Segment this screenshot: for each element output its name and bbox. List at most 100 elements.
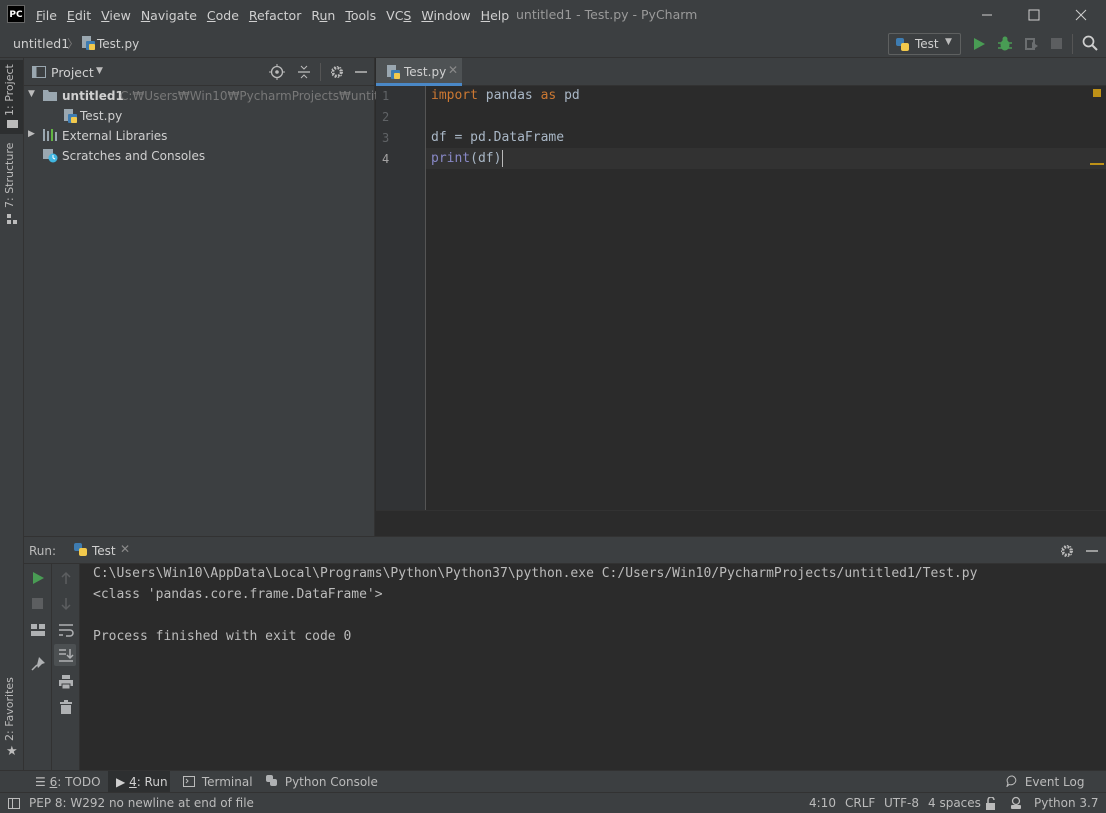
trash-icon[interactable] <box>58 699 74 715</box>
toolbar-divider <box>1072 34 1073 54</box>
menu-item-text: elp <box>490 7 510 23</box>
inspector-icon[interactable] <box>1009 796 1023 810</box>
toggle-tool-windows-icon[interactable] <box>8 798 20 809</box>
file-encoding[interactable]: UTF-8 <box>884 796 919 810</box>
pycharm-logo-icon: PC <box>7 5 25 23</box>
collapse-all-icon[interactable] <box>296 64 312 80</box>
python-config-icon <box>74 543 87 556</box>
run-toolbar-primary <box>24 564 52 771</box>
rerun-icon[interactable] <box>31 570 45 586</box>
tree-root-name: untitled1 <box>62 89 124 103</box>
run-tab-test[interactable]: Test ✕ <box>70 537 132 564</box>
soft-wrap-icon[interactable] <box>58 622 74 638</box>
locate-file-icon[interactable] <box>269 64 285 80</box>
gear-icon[interactable] <box>1059 543 1075 559</box>
warning-stripe-marker[interactable] <box>1090 163 1104 165</box>
menu-item-mnemonic: C <box>206 7 216 23</box>
inspection-warning-icon[interactable] <box>1093 89 1101 97</box>
run-with-coverage-icon[interactable] <box>1023 36 1039 52</box>
line-separator[interactable]: CRLF <box>845 796 875 810</box>
navigation-bar: untitled1 〉 Test.py Test ▼ <box>0 30 1106 58</box>
pin-icon[interactable] <box>30 656 46 672</box>
editor-breadcrumb-area <box>376 510 1106 536</box>
code-keyword: as <box>540 88 557 103</box>
tree-collapsed-icon[interactable]: ▶ <box>28 129 35 139</box>
tool-tab-terminal[interactable]: Terminal <box>183 775 253 789</box>
menu-item[interactable]: Navigate <box>136 8 202 23</box>
tool-tab-python-console[interactable]: Python Console <box>266 775 378 789</box>
restore-layout-icon[interactable] <box>30 622 46 638</box>
menu-item[interactable]: VCS <box>381 8 416 23</box>
tree-item-external-libraries[interactable]: ▶ External Libraries <box>24 127 375 147</box>
code-editor[interactable]: 1 2 3 4 import pandas as pd df = pd.Data… <box>376 86 1106 510</box>
search-icon[interactable] <box>1082 35 1098 51</box>
python-interpreter[interactable]: Python 3.7 <box>1034 796 1099 810</box>
project-view-icon <box>32 66 46 78</box>
gear-icon[interactable] <box>329 64 345 80</box>
menu-item-mnemonic: W <box>421 7 434 23</box>
menu-item-text: ode <box>215 7 239 23</box>
tool-tab-todo[interactable]: ☰ 6: TODO <box>35 775 101 789</box>
menu-item[interactable]: File <box>31 8 62 23</box>
tool-tab-project[interactable]: 1: Project <box>3 64 16 116</box>
tree-item-scratches[interactable]: Scratches and Consoles <box>24 147 375 167</box>
tree-expanded-icon[interactable]: ▼ <box>28 89 35 99</box>
maximize-button[interactable] <box>1011 0 1057 30</box>
status-message[interactable]: PEP 8: W292 no newline at end of file <box>29 796 254 810</box>
run-toolbar-secondary <box>52 564 80 771</box>
print-icon[interactable] <box>58 674 74 690</box>
todo-list-icon: ☰ <box>35 775 46 789</box>
line-number: 2 <box>382 110 390 124</box>
menu-bar: File Edit View Navigate Code Refactor Run Tools… <box>31 0 514 30</box>
menu-item[interactable]: Edit <box>62 8 96 23</box>
run-configuration-select[interactable]: Test ▼ <box>888 33 961 55</box>
line-number: 1 <box>382 89 390 103</box>
scratches-icon <box>43 149 58 163</box>
unlock-icon[interactable] <box>985 797 997 810</box>
minimize-icon <box>982 14 992 16</box>
tree-item-root[interactable]: ▼ untitled1 C:₩Users₩Win10₩PycharmProjec… <box>24 87 405 107</box>
close-window-button[interactable] <box>1058 0 1104 30</box>
project-panel: Project ▼ ▼ untitled1 C:₩Users₩Win10₩Pyc… <box>24 58 405 536</box>
menu-item-mnemonic: R <box>248 7 258 23</box>
run-label: : Run <box>136 775 168 789</box>
editor-tab-test-py[interactable]: Test.py ✕ <box>376 58 462 86</box>
hide-panel-icon[interactable] <box>1085 543 1099 559</box>
code-text: pd <box>556 88 580 103</box>
caret-position[interactable]: 4:10 <box>809 796 836 810</box>
menu-item[interactable]: Code <box>202 8 244 23</box>
chevron-down-icon[interactable]: ▼ <box>96 66 103 76</box>
tree-item-test-py[interactable]: Test.py <box>24 107 375 127</box>
close-tab-icon[interactable]: ✕ <box>120 542 130 556</box>
breadcrumb-file[interactable]: Test.py <box>97 37 139 51</box>
menu-item[interactable]: Refactor <box>244 8 306 23</box>
stop-icon[interactable] <box>31 597 45 611</box>
menu-item[interactable]: Tools <box>340 8 381 23</box>
tool-tab-event-log[interactable]: Event Log <box>1005 775 1084 789</box>
minimize-button[interactable] <box>964 0 1010 30</box>
menu-item[interactable]: Help <box>476 8 515 23</box>
code-text: pandas <box>477 88 541 103</box>
menu-item[interactable]: View <box>96 8 136 23</box>
debug-icon[interactable] <box>997 36 1013 52</box>
tool-tab-favorites[interactable]: 2: Favorites <box>3 677 16 741</box>
indent-setting[interactable]: 4 spaces <box>928 796 981 810</box>
stop-icon[interactable] <box>1050 37 1064 51</box>
menu-item[interactable]: Window <box>416 8 475 23</box>
arrow-down-icon[interactable] <box>58 596 74 612</box>
tool-tab-run[interactable]: ▶ 4: Run <box>116 775 168 789</box>
breadcrumb-project[interactable]: untitled1 <box>13 36 69 51</box>
scroll-to-end-icon[interactable] <box>58 647 74 663</box>
console-output-line: <class 'pandas.core.frame.DataFrame'> <box>93 587 383 602</box>
title-bar: PC File Edit View Navigate Code Refactor Run To… <box>0 0 1106 30</box>
tool-tab-structure[interactable]: 7: Structure <box>3 143 16 208</box>
close-tab-icon[interactable]: ✕ <box>448 63 458 77</box>
tree-scratches-label: Scratches and Consoles <box>62 149 206 163</box>
hide-panel-icon[interactable] <box>354 64 368 80</box>
project-view-label[interactable]: Project <box>51 65 94 80</box>
arrow-up-icon[interactable] <box>58 570 74 586</box>
menu-item[interactable]: Run <box>306 8 340 23</box>
run-icon[interactable] <box>972 36 986 52</box>
menu-item-text: iew <box>109 7 131 23</box>
code-builtin: print <box>431 151 471 166</box>
